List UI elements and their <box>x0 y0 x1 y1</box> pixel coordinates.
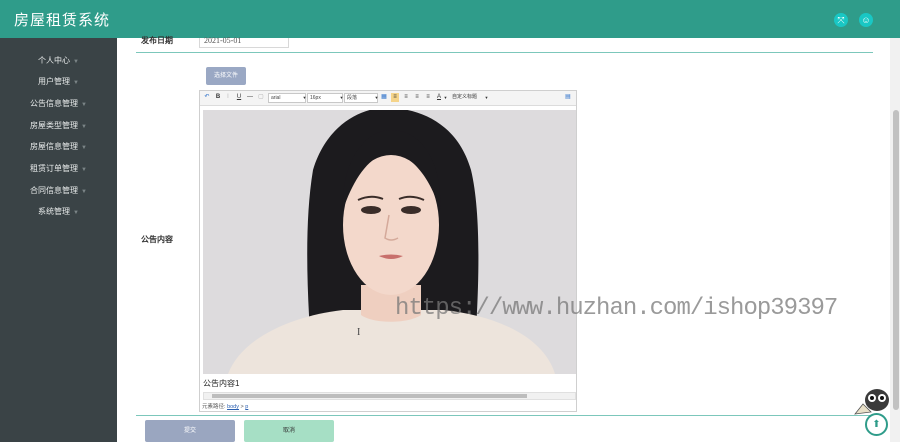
align-center-icon[interactable]: ≡ <box>402 93 410 102</box>
clear-format-icon[interactable]: ▢ <box>257 93 265 102</box>
content-image <box>203 110 576 374</box>
cancel-button[interactable]: 取消 <box>244 420 334 442</box>
font-size-select[interactable]: 16px <box>307 93 343 103</box>
chevron-down-icon: ▼ <box>81 189 87 195</box>
editor-toolbar: ↶ B I U — ▢ arial ▼ 16px ▼ 段落 ▼ ▦ ≡ ≡ ≡ … <box>200 91 576 106</box>
chevron-down-icon: ▼ <box>73 80 79 86</box>
sidebar-item-contracts[interactable]: 合同信息管理 ▼ <box>0 185 117 196</box>
bold-icon[interactable]: B <box>214 93 222 102</box>
fullscreen-icon[interactable]: ⤧ <box>834 13 848 27</box>
app-title: 房屋租赁系统 <box>14 12 111 29</box>
sidebar-item-rental-orders[interactable]: 租赁订单管理 ▼ <box>0 163 117 174</box>
text-cursor-icon: I <box>357 327 361 338</box>
table-icon[interactable]: ▦ <box>380 93 388 102</box>
watermark-text: https://www.huzhan.com/ishop39397 <box>395 295 838 322</box>
custom-title-select[interactable]: 自定义标题 <box>452 93 486 102</box>
submit-button[interactable]: 提交 <box>145 420 235 442</box>
divider <box>136 415 873 416</box>
chevron-down-icon: ▼ <box>73 59 79 65</box>
choose-file-button[interactable]: 选择文件 <box>206 67 246 85</box>
page-scroll-thumb[interactable] <box>893 110 899 410</box>
align-justify-icon[interactable]: ≡ <box>424 93 432 102</box>
editor-content-text[interactable]: 公告内容1 <box>203 378 239 389</box>
chevron-down-icon: ▼ <box>81 145 87 151</box>
path-body-link[interactable]: body <box>227 404 239 410</box>
rich-text-editor[interactable]: ↶ B I U — ▢ arial ▼ 16px ▼ 段落 ▼ ▦ ≡ ≡ ≡ … <box>199 90 577 412</box>
paragraph-select[interactable]: 段落 <box>344 93 378 103</box>
date-field[interactable]: 2021-05-01 <box>199 37 289 48</box>
mascot-icon <box>854 389 889 415</box>
top-header: 房屋租赁系统 ⤧ ☺ <box>0 0 900 38</box>
portrait-image <box>203 110 576 374</box>
divider <box>136 52 873 53</box>
undo-icon[interactable]: ↶ <box>203 93 211 102</box>
align-left-icon[interactable]: ≡ <box>391 93 399 102</box>
user-icon[interactable]: ☺ <box>859 13 873 27</box>
chevron-down-icon: ▼ <box>81 124 87 130</box>
sidebar: 个人中心 ▼ 用户管理 ▼ 公告信息管理 ▼ 房屋类型管理 ▼ 房屋信息管理 ▼ 租赁订单… <box>0 38 117 442</box>
editor-horizontal-scrollbar[interactable] <box>203 392 576 400</box>
align-right-icon[interactable]: ≡ <box>413 93 421 102</box>
content-label: 公告内容 <box>141 235 173 244</box>
path-p-link[interactable]: p <box>245 404 248 410</box>
element-path: 元素路径: body > p <box>202 404 249 410</box>
font-family-select[interactable]: arial <box>268 93 306 103</box>
chevron-down-icon: ▼ <box>81 102 87 108</box>
chevron-down-icon: ▼ <box>81 167 87 173</box>
sidebar-item-houses[interactable]: 房屋信息管理 ▼ <box>0 141 117 152</box>
scroll-thumb[interactable] <box>212 394 527 398</box>
italic-icon[interactable]: I <box>224 93 232 102</box>
back-to-top-button[interactable]: ⬆ <box>865 413 888 436</box>
chevron-down-icon: ▼ <box>374 95 379 100</box>
chevron-down-icon: ▼ <box>443 95 448 100</box>
underline-icon[interactable]: U <box>235 93 243 102</box>
horizontal-rule-icon[interactable]: — <box>246 93 254 102</box>
date-label: 发布日期 <box>141 36 173 45</box>
sidebar-item-notices[interactable]: 公告信息管理 ▼ <box>0 98 117 109</box>
chevron-down-icon: ▼ <box>73 210 79 216</box>
fullscreen-editor-icon[interactable]: ▤ <box>564 93 572 102</box>
sidebar-item-users[interactable]: 用户管理 ▼ <box>0 76 117 87</box>
sidebar-item-system[interactable]: 系统管理 ▼ <box>0 206 117 217</box>
sidebar-item-personal-center[interactable]: 个人中心 ▼ <box>0 55 117 66</box>
font-color-icon[interactable]: A <box>435 93 443 102</box>
sidebar-item-house-types[interactable]: 房屋类型管理 ▼ <box>0 120 117 131</box>
chevron-down-icon: ▼ <box>484 95 489 100</box>
